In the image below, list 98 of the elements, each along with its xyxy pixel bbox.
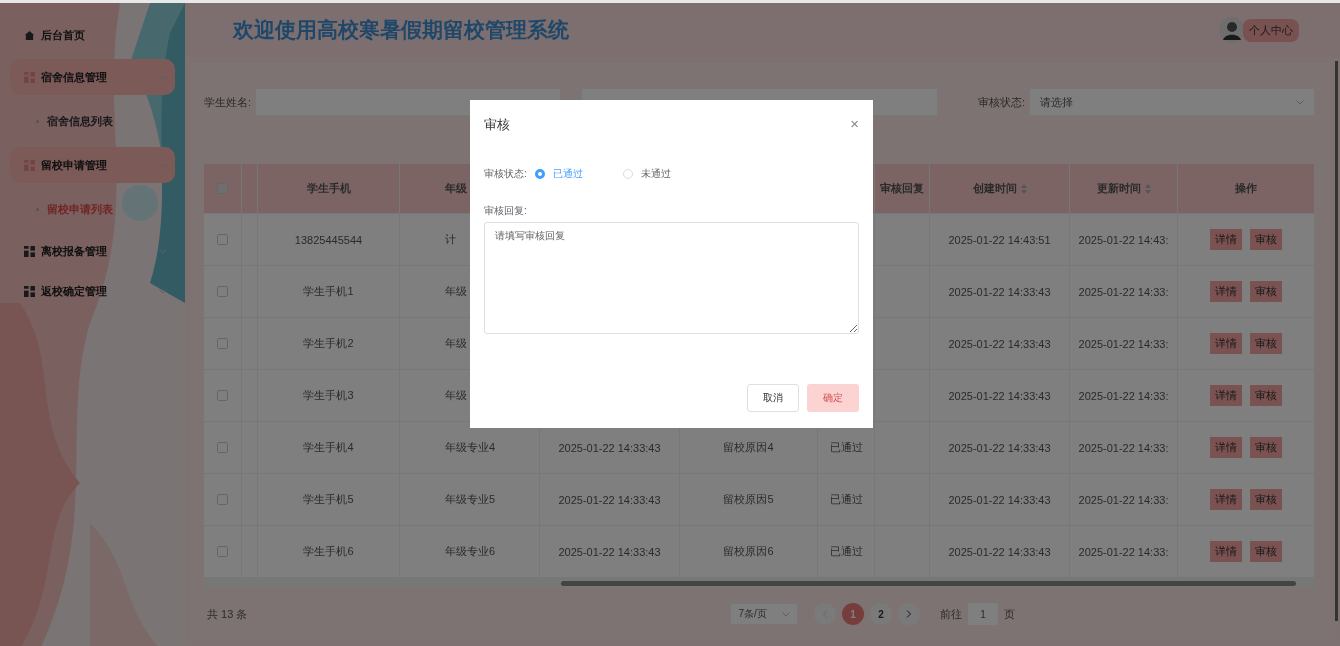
checkbox[interactable] [217,442,228,453]
dialog-title: 审核 [484,116,510,134]
status-label: 审核状态: [484,167,527,181]
column-header: 操作 [1178,164,1315,213]
table-cell: 学生手机6 [258,526,400,577]
filter-label: 学生姓名: [204,94,252,110]
action-button[interactable]: 详情 [1210,489,1242,510]
table-cell: 2025-01-22 14:43:51 [930,214,1070,265]
home-icon [24,29,35,41]
column-header: 更新时间 [1070,164,1178,213]
action-button[interactable]: 详情 [1210,437,1242,458]
column-header: 审核回复 [875,164,930,213]
close-button[interactable]: × [850,116,859,131]
page-button[interactable]: 1 [842,603,864,625]
action-button[interactable]: 详情 [1210,281,1242,302]
filter-label: 审核状态: [978,94,1026,110]
sort-icon[interactable] [1020,183,1027,194]
table-cell: 年级专业5 [400,474,540,525]
menu-item[interactable]: 宿舍信息管理 [10,59,175,95]
action-button[interactable]: 详情 [1210,541,1242,562]
column-header: 创建时间 [930,164,1070,213]
checkbox[interactable] [217,286,228,297]
next-page-button[interactable] [898,603,920,625]
chevron-icon [781,611,790,617]
table-cell: 2025-01-22 14:33: [1070,526,1178,577]
checkbox[interactable] [217,234,228,245]
table-cell: 2025-01-22 14:33:43 [930,526,1070,577]
checkbox[interactable] [217,546,228,557]
action-button[interactable]: 详情 [1210,333,1242,354]
bullet-icon [36,119,39,123]
page-button[interactable]: 2 [870,603,892,625]
goto-page-field[interactable]: 1 [968,603,998,625]
action-button[interactable]: 审核 [1250,229,1282,250]
submenu-item[interactable]: 宿舍信息列表 [10,99,175,143]
table-cell: 2025-01-22 14:33: [1070,266,1178,317]
table-cell: 2025-01-22 14:33:43 [930,318,1070,369]
table-cell: 2025-01-22 14:33:43 [540,474,680,525]
menu-item[interactable]: 返校确定管理 [10,271,175,311]
table-cell: 2025-01-22 14:33: [1070,318,1178,369]
vertical-scrollbar[interactable] [1335,61,1338,621]
grid-icon [24,245,35,257]
chevron-icon [1296,99,1304,105]
table-cell: 学生手机2 [258,318,400,369]
table-cell: 2025-01-22 14:33: [1070,474,1178,525]
page-suffix: 页 [1004,606,1015,622]
checkbox[interactable] [217,494,228,505]
action-button[interactable]: 审核 [1250,281,1282,302]
goto-label: 前往 [940,606,962,622]
chevron-icon [159,162,167,168]
table-cell: 留校原因6 [680,526,818,577]
action-button[interactable]: 审核 [1250,333,1282,354]
table-cell: 2025-01-22 14:33:43 [930,266,1070,317]
table-cell: 13825445544 [258,214,400,265]
table-cell: 2025-01-22 14:43: [1070,214,1178,265]
table-cell: 2025-01-22 14:33:43 [930,422,1070,473]
table-cell: 学生手机4 [258,422,400,473]
page-size-select[interactable]: 7条/页 [730,603,798,625]
action-button[interactable]: 详情 [1210,229,1242,250]
cancel-button[interactable]: 取消 [747,384,799,412]
horizontal-scrollbar[interactable] [204,578,1315,588]
reply-field[interactable]: 请填写审核回复 [484,222,859,334]
chevron-right-icon [906,610,912,618]
checkbox[interactable] [217,338,228,349]
total-count: 共 13 条 [207,606,249,622]
user-center-button[interactable]: 个人中心 [1243,18,1299,42]
chevron-icon [159,288,167,294]
menu-item[interactable]: 后台首页 [10,15,175,55]
menu-item[interactable]: 离校报备管理 [10,231,175,271]
bullet-icon [36,207,39,211]
grid-icon [24,285,35,297]
action-button[interactable]: 审核 [1250,489,1282,510]
action-button[interactable]: 审核 [1250,541,1282,562]
submenu-item[interactable]: 留校申请列表 [10,187,175,231]
checkbox[interactable] [217,390,228,401]
table-cell: 2025-01-22 14:33:43 [930,370,1070,421]
action-button[interactable]: 审核 [1250,437,1282,458]
table-cell: 学生手机3 [258,370,400,421]
table-cell: 2025-01-22 14:33:43 [930,474,1070,525]
table-cell: 学生手机5 [258,474,400,525]
chevron-icon [159,74,167,80]
table-cell: 2025-01-22 14:33: [1070,422,1178,473]
column-header: 学生手机 [258,164,400,213]
table-cell: 年级专业6 [400,526,540,577]
sort-icon[interactable] [1144,183,1151,194]
page-title: 欢迎使用高校寒暑假期留校管理系统 [233,17,569,43]
table-cell: 学生手机1 [258,266,400,317]
action-button[interactable]: 详情 [1210,385,1242,406]
action-button[interactable]: 审核 [1250,385,1282,406]
radio-option[interactable]: 未通过 [622,167,671,181]
table-cell: 2025-01-22 14:33: [1070,370,1178,421]
chevron-icon [159,248,167,254]
avatar-icon [1219,17,1245,43]
table-cell: 留校原因5 [680,474,818,525]
table-cell: 2025-01-22 14:33:43 [540,526,680,577]
table-cell: 已通过 [818,474,875,525]
table-cell: 已通过 [818,526,875,577]
status-select[interactable]: 请选择 [1029,88,1315,116]
menu-item[interactable]: 留校申请管理 [10,147,175,183]
